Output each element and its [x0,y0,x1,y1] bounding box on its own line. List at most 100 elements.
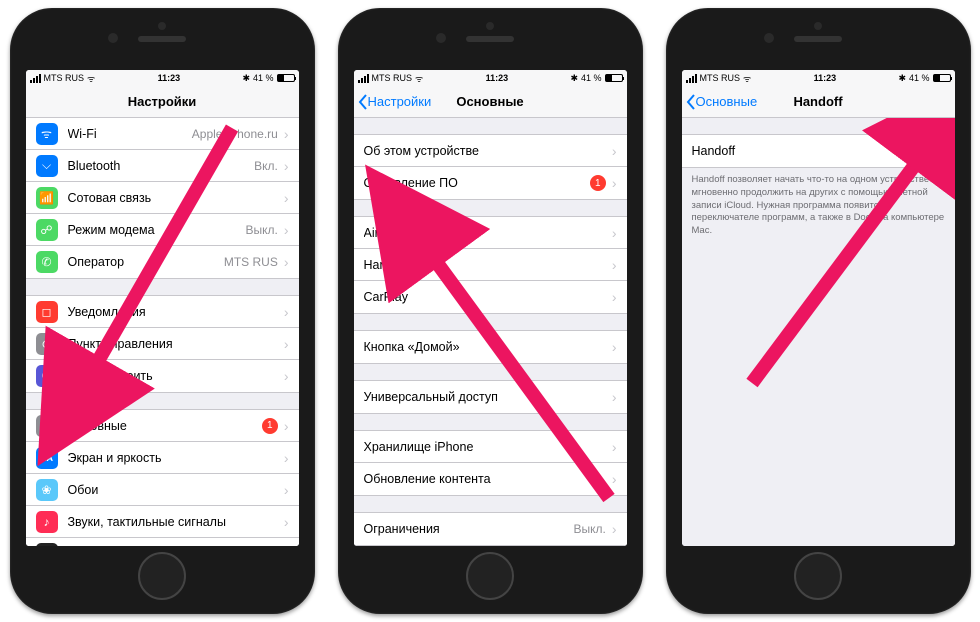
settings-row[interactable]: Обновление ПО1› [354,167,627,199]
signal-icon [686,74,697,83]
wifi-icon: ᯤ [743,72,751,85]
chevron-right-icon: › [284,222,289,238]
settings-list[interactable]: ᯤWi-FiApple-iPhone.ru›⌵BluetoothВкл.›📶Со… [26,118,299,546]
row-icon: ⚙ [36,415,58,437]
handoff-toggle-row[interactable]: Handoff [682,135,955,167]
row-value: Выкл. [573,522,605,536]
row-label: Кнопка «Домой» [364,340,610,354]
camera-dot [764,33,774,43]
wifi-icon: ᯤ [415,72,423,85]
signal-icon [30,74,41,83]
settings-row[interactable]: ◉Siri и Поиск› [26,538,299,546]
row-icon: ⌵ [36,155,58,177]
settings-row[interactable]: ☍ Режим модемаВыкл. › [26,214,299,246]
chevron-left-icon [686,94,696,110]
status-bar: MTS RUS ᯤ 11:23 ✱ 41 % [26,70,299,86]
settings-row[interactable]: ✆ОператорMTS RUS› [26,246,299,278]
settings-row[interactable]: ⚙Основные1› [26,410,299,442]
chevron-right-icon: › [284,514,289,530]
row-icon: ◻ [36,301,58,323]
status-bar: MTS RUS ᯤ 11:23 ✱ 41 % [354,70,627,86]
clock: 11:23 [158,73,181,83]
row-icon: ☍ [36,219,58,241]
clock: 11:23 [486,73,509,83]
row-label: Обновление ПО [364,176,590,190]
settings-row[interactable]: ОграниченияВыкл.› [354,513,627,545]
phone-frame-2: MTS RUS ᯤ 11:23 ✱ 41 % Настройки Основны… [338,8,643,614]
settings-row[interactable]: Кнопка «Домой»› [354,331,627,363]
chevron-right-icon: › [284,336,289,352]
chevron-right-icon: › [612,175,617,191]
sensor-dot [814,22,822,30]
settings-row[interactable]: ◻ Уведомления› [26,296,299,328]
screen-2: MTS RUS ᯤ 11:23 ✱ 41 % Настройки Основны… [354,70,627,546]
row-label: Режим модема [68,223,246,237]
row-label: Универсальный доступ [364,390,610,404]
chevron-right-icon: › [284,546,289,547]
battery-pct: 41 % [253,73,274,83]
settings-row[interactable]: Обновление контента› [354,463,627,495]
settings-row[interactable]: ⌵BluetoothВкл.› [26,150,299,182]
chevron-right-icon: › [612,257,617,273]
row-icon: ✆ [36,251,58,273]
back-button[interactable]: Настройки [358,86,432,117]
page-title: Handoff [793,94,842,109]
row-value: Apple-iPhone.ru [192,127,278,141]
settings-row[interactable]: ᯤWi-FiApple-iPhone.ru› [26,118,299,150]
battery-pct: 41 % [909,73,930,83]
settings-row[interactable]: ⊙Пункт управления› [26,328,299,360]
settings-row[interactable]: AAЭкран и яркость› [26,442,299,474]
settings-row[interactable]: ❀Обои› [26,474,299,506]
chevron-right-icon: › [284,158,289,174]
carrier-label: MTS RUS [44,73,85,83]
settings-row[interactable]: Handoff› [354,249,627,281]
settings-row[interactable]: ☾Не беспокоить› [26,360,299,392]
row-label: Оператор [68,255,224,269]
chevron-right-icon: › [612,471,617,487]
battery-icon [605,74,623,82]
status-bar: MTS RUS ᯤ 11:23 ✱ 41 % [682,70,955,86]
back-button[interactable]: Основные [686,86,758,117]
chevron-right-icon: › [612,143,617,159]
general-list[interactable]: Об этом устройстве›Обновление ПО1› AirDr… [354,118,627,546]
row-label: Обои [68,483,282,497]
phone-frame-1: MTS RUS ᯤ 11:23 ✱ 41 % Настройки ᯤWi-FiA… [10,8,315,614]
row-label: Хранилище iPhone [364,440,610,454]
chevron-right-icon: › [612,339,617,355]
toggle-switch-on[interactable] [907,140,945,162]
row-label: Экран и яркость [68,451,282,465]
row-value: Выкл. [245,223,277,237]
chevron-right-icon: › [284,304,289,320]
row-label: Handoff [364,258,610,272]
settings-row[interactable]: CarPlay› [354,281,627,313]
row-label: Уведомления [68,305,282,319]
row-icon: ⊙ [36,333,58,355]
navbar: Настройки [26,86,299,118]
settings-row[interactable]: Универсальный доступ› [354,381,627,413]
chevron-right-icon: › [284,450,289,466]
handoff-description: Handoff позволяет начать что-то на одном… [682,168,955,238]
toggle-label: Handoff [692,144,907,158]
row-label: Звуки, тактильные сигналы [68,515,282,529]
row-value: Вкл. [254,159,278,173]
camera-dot [108,33,118,43]
signal-icon [358,74,369,83]
battery-icon [933,74,951,82]
bluetooth-icon: ✱ [898,73,906,84]
phone-frame-3: MTS RUS ᯤ 11:23 ✱ 41 % Основные Handoff … [666,8,971,614]
settings-row[interactable]: 📶Сотовая связь› [26,182,299,214]
notification-badge: 1 [262,418,278,434]
chevron-right-icon: › [284,368,289,384]
row-label: CarPlay [364,290,610,304]
settings-row[interactable]: AirDrop› [354,217,627,249]
settings-row[interactable]: Хранилище iPhone› [354,431,627,463]
back-label: Основные [696,94,758,109]
sensor-dot [158,22,166,30]
settings-row[interactable]: ♪Звуки, тактильные сигналы› [26,506,299,538]
row-label: Об этом устройстве [364,144,610,158]
settings-row[interactable]: Об этом устройстве› [354,135,627,167]
navbar: Настройки Основные [354,86,627,118]
chevron-left-icon [358,94,368,110]
chevron-right-icon: › [612,389,617,405]
row-label: Не беспокоить [68,369,282,383]
